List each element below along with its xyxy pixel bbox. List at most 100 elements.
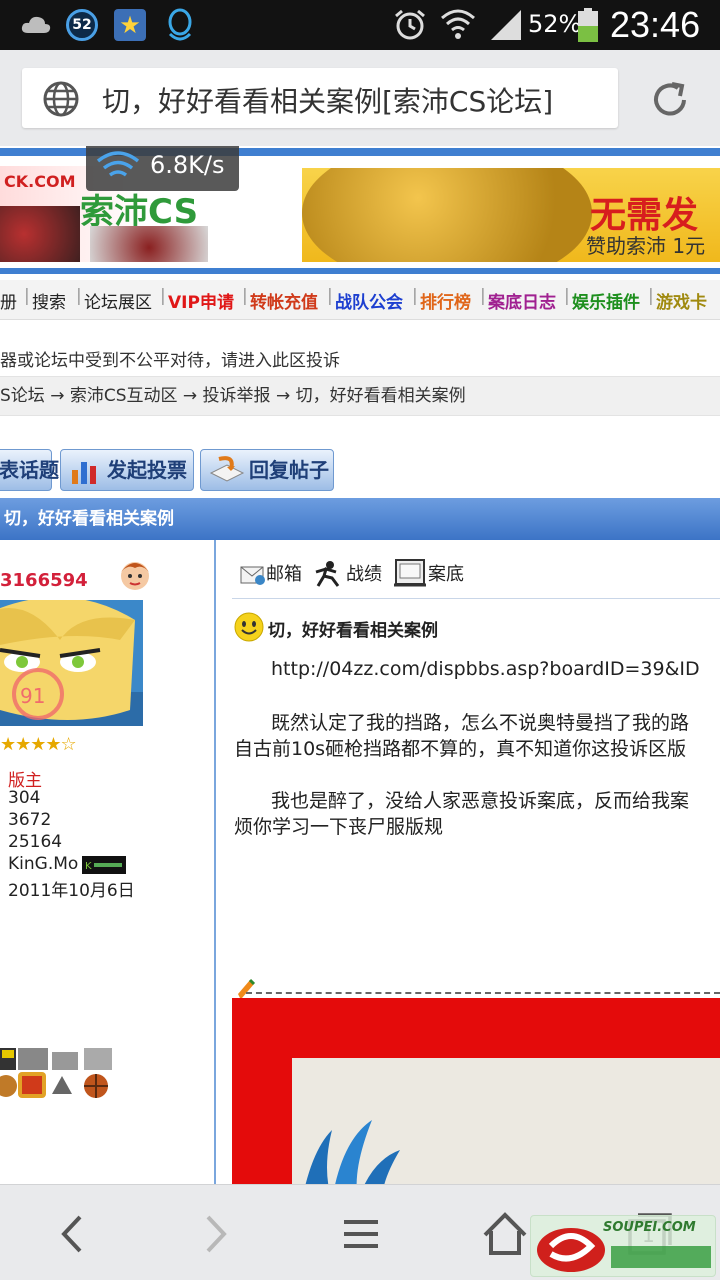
user-face-icon — [118, 556, 152, 592]
nav-separator: | — [327, 286, 333, 306]
address-bar: 切，好好看看相关案例[索沛CS论坛] — [0, 50, 720, 146]
post-paragraph-2-cont: 烦你学习一下丧尸服版规 — [234, 816, 444, 838]
badge-count: 52 — [66, 9, 98, 41]
svg-text:K: K — [85, 861, 92, 872]
nav-item[interactable]: 论坛展区 — [84, 288, 152, 313]
avatar-overlay-number: 91 — [20, 684, 46, 708]
nav-item[interactable]: 战队公会 — [335, 288, 403, 313]
user-money: 25164 — [8, 832, 63, 852]
globe-icon — [42, 80, 80, 118]
breadcrumb[interactable]: S论坛 → 索沛CS互动区 → 投诉举报 → 切，好好看看相关案例 — [0, 376, 720, 416]
smiley-icon — [234, 612, 264, 642]
mail-link[interactable]: 邮箱 — [266, 560, 302, 586]
nav-item[interactable]: 册 — [0, 288, 17, 313]
reply-label: 回复帖子 — [249, 458, 329, 482]
post-content: 邮箱 战绩 案底 切，好好看看相关案例 http://04zz.com/disp… — [218, 540, 720, 1184]
nav-separator: | — [76, 286, 82, 306]
cloud-icon — [20, 8, 52, 42]
stats-link[interactable]: 战绩 — [346, 560, 382, 586]
url-field[interactable]: 切，好好看看相关案例[索沛CS论坛] — [22, 68, 618, 128]
thread-title-bar: 切，好好看看相关案例 — [0, 498, 720, 540]
user-medals — [0, 1042, 114, 1098]
speed-value: 6.8K/s — [150, 151, 225, 179]
ad-subtext: 赞助索沛 1元 — [586, 234, 706, 258]
user-id[interactable]: 3166594 — [0, 570, 88, 591]
nav-item[interactable]: 案底日志 — [488, 288, 556, 313]
reload-icon[interactable] — [648, 78, 692, 122]
post-paragraph-1-cont: 自古前10s砸枪挡路都不算的，真不知道你这投诉区版 — [234, 738, 687, 760]
stats-icon — [312, 560, 342, 588]
nav-separator: | — [412, 286, 418, 306]
user-joined: 2011年10月6日 — [8, 881, 135, 901]
nav-separator: | — [648, 286, 654, 306]
post-link[interactable]: http://04zz.com/dispbbs.asp?boardID=39&I… — [271, 658, 700, 680]
nav-separator: | — [480, 286, 486, 306]
network-speed-overlay: 6.8K/s — [86, 146, 239, 191]
signature-divider — [246, 992, 720, 994]
blue-leaf-art — [305, 1120, 400, 1184]
browser-bottom-bar: 1 SOUPEI.COM — [0, 1184, 720, 1280]
menu-icon[interactable] — [336, 1209, 386, 1259]
nav-divider — [0, 268, 720, 274]
nav-item[interactable]: VIP申请 — [168, 288, 234, 313]
ad-banner[interactable]: 无需发 赞助索沛 1元 — [302, 168, 720, 262]
user-avatar[interactable]: 91 — [0, 600, 143, 726]
nav-separator: | — [160, 286, 166, 306]
alarm-icon — [392, 8, 428, 42]
wifi-speed-icon — [96, 151, 140, 177]
back-icon[interactable] — [48, 1209, 98, 1259]
post-image[interactable] — [232, 998, 720, 1184]
nav-item[interactable]: 娱乐插件 — [572, 288, 640, 313]
post-paragraph-1: 既然认定了我的挡路，怎么不说奥特曼挡了我的路 — [271, 712, 690, 734]
nav-item[interactable]: 排行榜 — [420, 288, 471, 313]
reply-button[interactable]: 回复帖子 — [200, 449, 334, 491]
soupei-watermark: SOUPEI.COM — [530, 1215, 716, 1277]
record-link[interactable]: 案底 — [428, 560, 464, 586]
user-info-panel: 3166594 91 ★★★★☆ 版主 304 3672 25164 KinG.… — [0, 540, 216, 1184]
bar-chart-icon — [71, 456, 97, 484]
clan-badge-icon: K — [82, 856, 126, 874]
new-topic-button[interactable]: 表话题 — [0, 449, 59, 491]
forum-nav: 册 | 搜索 | 论坛展区 | VIP申请 | 转帐充值 | 战队公会 | 排行榜 | 案底日志 | 娱乐插件 |… — [0, 280, 720, 320]
user-stars: ★★★★☆ — [0, 734, 77, 755]
new-vote-button[interactable]: 发起投票 — [60, 449, 194, 491]
nav-separator: | — [564, 286, 570, 306]
nav-item[interactable]: 搜索 — [32, 288, 66, 313]
battery-icon — [576, 8, 600, 42]
nav-separator: | — [24, 286, 30, 306]
new-vote-label: 发起投票 — [107, 458, 187, 482]
logo-zombie-art — [0, 206, 80, 262]
clock: 23:46 — [610, 4, 701, 45]
nav-separator: | — [242, 286, 248, 306]
forward-icon[interactable] — [190, 1209, 240, 1259]
logo-zombie-art-2 — [90, 226, 208, 262]
post-title: 切，好好看看相关案例 — [268, 621, 438, 641]
signal-icon — [488, 8, 524, 42]
battery-percent: 52% — [528, 10, 582, 38]
web-page: 6.8K/s CK.COM 索沛CS 无需发 赞助索沛 1元 册 | 搜索 | 论坛展区… — [0, 146, 720, 1184]
user-points: 3672 — [8, 810, 52, 830]
wifi-icon — [440, 8, 476, 42]
record-icon — [394, 558, 426, 588]
thread-title: 切，好好看看相关案例 — [4, 509, 174, 529]
reply-icon — [209, 455, 245, 485]
post-paragraph-2: 我也是醉了，没给人家恶意投诉案底，反而给我案 — [271, 790, 690, 812]
user-posts: 304 — [8, 788, 41, 808]
logo-domain: CK.COM — [4, 172, 76, 191]
qq-icon — [164, 8, 196, 42]
nav-item[interactable]: 转帐充值 — [250, 288, 318, 313]
badge-52-icon: 52 — [66, 8, 98, 42]
star-app-icon: ★ — [114, 8, 146, 42]
page-title: 切，好好看看相关案例[索沛CS论坛] — [102, 85, 554, 118]
status-bar: 52 ★ 52% 23:46 — [0, 0, 720, 50]
pencil-icon — [236, 978, 256, 1000]
watermark-text: SOUPEI.COM — [603, 1220, 696, 1235]
home-icon[interactable] — [480, 1209, 530, 1259]
coin-image — [302, 168, 592, 262]
nav-item[interactable]: 游戏卡 — [656, 288, 707, 313]
new-topic-label: 表话题 — [0, 458, 59, 482]
user-clan: KinG.Mo — [8, 854, 79, 874]
forum-notice: 器或论坛中受到不公平对待，请进入此区投诉 — [0, 351, 340, 371]
post-image-paper — [292, 1058, 720, 1184]
post-divider — [232, 598, 720, 599]
